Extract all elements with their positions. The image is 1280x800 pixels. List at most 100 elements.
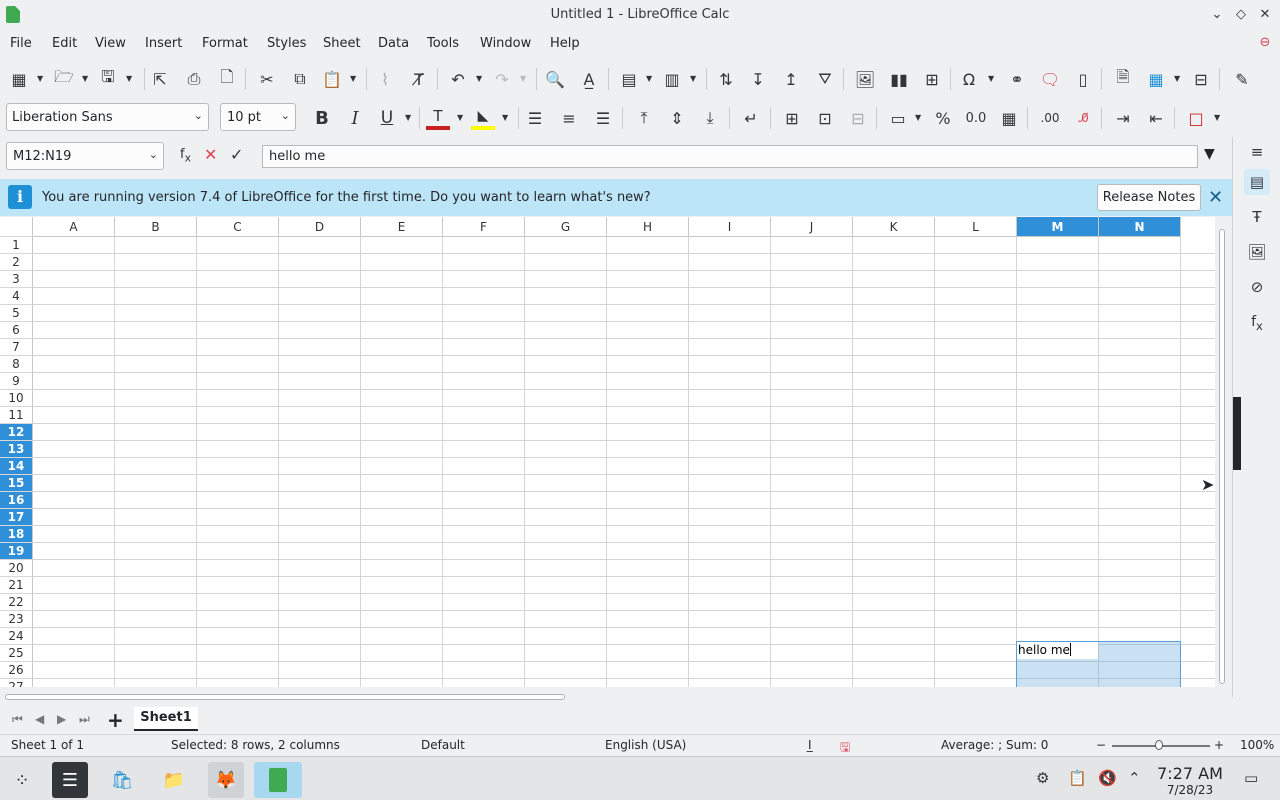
column-header-e[interactable]: E — [361, 217, 443, 237]
row-header-24[interactable]: 24 — [0, 628, 33, 645]
row-header-27[interactable]: 27 — [0, 679, 33, 687]
italic-icon[interactable]: I — [343, 106, 367, 130]
sidebar-menu-icon[interactable]: ≡ — [1244, 139, 1270, 165]
find-replace-icon[interactable]: 🔍 — [543, 67, 567, 91]
functions-icon[interactable]: fx — [1244, 309, 1270, 335]
clipboard-icon[interactable]: 📋 — [1068, 769, 1087, 787]
center-vertically-icon[interactable]: ⇕ — [665, 106, 689, 130]
menu-view[interactable]: View — [95, 36, 126, 51]
row-header-5[interactable]: 5 — [0, 305, 33, 322]
row-icon[interactable]: ▤ — [617, 67, 641, 91]
clock-time[interactable]: 7:27 AM — [1150, 764, 1230, 783]
tray-expand-icon[interactable]: ⌃ — [1128, 769, 1141, 787]
page-style[interactable]: Default — [421, 738, 465, 752]
row-header-12[interactable]: 12 — [0, 424, 33, 441]
vertical-scrollbar[interactable] — [1215, 217, 1232, 687]
column-header-k[interactable]: K — [853, 217, 935, 237]
menu-sheet[interactable]: Sheet — [323, 36, 361, 51]
release-notes-button[interactable]: Release Notes — [1097, 184, 1201, 211]
column-header-g[interactable]: G — [525, 217, 607, 237]
paste-icon[interactable]: 📋 — [320, 67, 344, 91]
clear-formatting-icon[interactable]: T̸ — [407, 67, 431, 91]
draw-functions-icon[interactable]: ✎ — [1230, 67, 1254, 91]
row-header-7[interactable]: 7 — [0, 339, 33, 356]
row-header-3[interactable]: 3 — [0, 271, 33, 288]
properties-icon[interactable]: ▤ — [1244, 169, 1270, 195]
column-header-m[interactable]: M — [1017, 217, 1099, 237]
row-header-18[interactable]: 18 — [0, 526, 33, 543]
insert-chart-icon[interactable]: ▮▮ — [887, 67, 911, 91]
expand-formula-bar-icon[interactable]: ▼ — [1204, 146, 1215, 162]
row-header-6[interactable]: 6 — [0, 322, 33, 339]
next-sheet-icon[interactable]: ▶ — [57, 712, 66, 726]
delete-decimal-icon[interactable]: .0̸ — [1071, 106, 1095, 130]
currency-dropdown-icon[interactable]: ▼ — [915, 106, 923, 130]
menu-edit[interactable]: Edit — [52, 36, 77, 51]
column-header-l[interactable]: L — [935, 217, 1017, 237]
sort-descending-icon[interactable]: ↥ — [779, 67, 803, 91]
menu-window[interactable]: Window — [480, 36, 531, 51]
freeze-dropdown-icon[interactable]: ▼ — [1174, 67, 1182, 91]
column-header-i[interactable]: I — [689, 217, 771, 237]
menu-insert[interactable]: Insert — [145, 36, 182, 51]
volume-muted-icon[interactable]: 🔇 — [1098, 769, 1117, 787]
row-header-23[interactable]: 23 — [0, 611, 33, 628]
sum-info[interactable]: Average: ; Sum: 0 — [941, 738, 1048, 752]
libreoffice-calc-taskbar-icon[interactable] — [254, 762, 302, 798]
zoom-in-icon[interactable]: + — [1214, 738, 1224, 752]
row-header-13[interactable]: 13 — [0, 441, 33, 458]
select-all-corner[interactable] — [0, 217, 33, 237]
row-dropdown-icon[interactable]: ▼ — [646, 67, 654, 91]
row-header-11[interactable]: 11 — [0, 407, 33, 424]
menu-file[interactable]: File — [10, 36, 32, 51]
row-header-21[interactable]: 21 — [0, 577, 33, 594]
autofilter-icon[interactable]: ⛛ — [813, 67, 837, 91]
freeze-rows-columns-icon[interactable]: ▦ — [1144, 67, 1168, 91]
row-header-14[interactable]: 14 — [0, 458, 33, 475]
background-color-icon[interactable]: ◣ — [471, 106, 495, 130]
close-window-button[interactable]: ✕ — [1256, 6, 1274, 24]
row-header-1[interactable]: 1 — [0, 237, 33, 254]
row-header-10[interactable]: 10 — [0, 390, 33, 407]
align-bottom-icon[interactable]: ⤓ — [698, 106, 722, 130]
horizontal-scrollbar[interactable] — [0, 687, 1215, 707]
application-launcher-icon[interactable]: ⁘ — [4, 762, 40, 798]
column-header-f[interactable]: F — [443, 217, 525, 237]
menu-tools[interactable]: Tools — [427, 36, 459, 51]
column-dropdown-icon[interactable]: ▼ — [690, 67, 698, 91]
menu-data[interactable]: Data — [378, 36, 409, 51]
align-right-icon[interactable]: ☰ — [591, 106, 615, 130]
function-wizard-icon[interactable]: fx — [180, 147, 191, 165]
sort-ascending-icon[interactable]: ↧ — [746, 67, 770, 91]
accept-icon[interactable]: ✓ — [230, 145, 243, 164]
show-desktop-icon[interactable]: ▭ — [1244, 769, 1258, 787]
name-box[interactable]: M12:N19 ⌄ — [6, 142, 164, 170]
print-icon[interactable]: ⎙ — [182, 67, 206, 91]
merge-center-icon[interactable]: ⊞ — [780, 106, 804, 130]
save-icon[interactable]: 🖫 — [96, 67, 120, 91]
underline-icon[interactable]: U — [375, 106, 399, 130]
redo-dropdown-icon[interactable]: ▼ — [520, 67, 528, 91]
open-icon[interactable]: 🗁 — [52, 67, 76, 91]
minimize-button[interactable]: ⌄ — [1208, 6, 1226, 24]
column-header-b[interactable]: B — [115, 217, 197, 237]
maximize-button[interactable]: ◇ — [1232, 6, 1250, 24]
paste-dropdown-icon[interactable]: ▼ — [350, 67, 358, 91]
borders-icon[interactable]: □ — [1184, 106, 1208, 130]
file-manager-icon[interactable]: 📁 — [156, 762, 192, 798]
comment-icon[interactable]: 🗨 — [1038, 67, 1062, 91]
column-header-c[interactable]: C — [197, 217, 279, 237]
row-header-26[interactable]: 26 — [0, 662, 33, 679]
borders-dropdown-icon[interactable]: ▼ — [1214, 106, 1222, 130]
menu-format[interactable]: Format — [202, 36, 248, 51]
previous-sheet-icon[interactable]: ◀ — [35, 712, 44, 726]
close-document-icon[interactable]: ⊖ — [1256, 34, 1274, 52]
sidebar-collapse-handle[interactable] — [1233, 397, 1241, 470]
row-header-8[interactable]: 8 — [0, 356, 33, 373]
row-header-4[interactable]: 4 — [0, 288, 33, 305]
row-header-9[interactable]: 9 — [0, 373, 33, 390]
spreadsheet-grid[interactable]: ABCDEFGHIJKLMN 1 2 3 4 5 6 7 8 9 10 11 12 13 14 15 16 17… — [0, 217, 1215, 687]
column-header-j[interactable]: J — [771, 217, 853, 237]
row-header-20[interactable]: 20 — [0, 560, 33, 577]
save-dropdown-icon[interactable]: ▼ — [126, 67, 134, 91]
